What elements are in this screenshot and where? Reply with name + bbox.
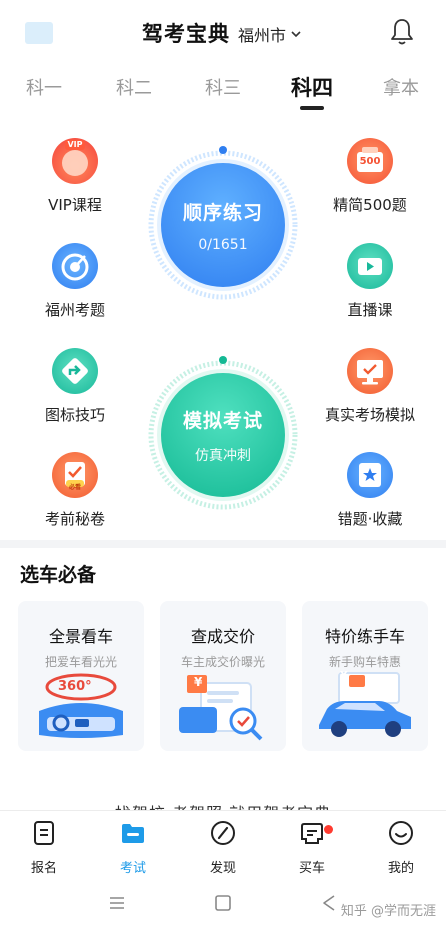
mock-core: 模拟考试 仿真冲刺 <box>161 373 285 497</box>
card-title: 特价练手车 <box>324 627 405 646</box>
feature-label: 精简500题 <box>333 196 407 214</box>
360-badge-text: 360° <box>58 679 92 694</box>
car-icon <box>301 823 323 844</box>
nav-label: 考试 <box>119 861 146 876</box>
back-icon[interactable] <box>318 892 340 914</box>
bell-icon[interactable] <box>388 16 416 46</box>
must-see-text: 必看 <box>68 484 81 491</box>
nav-buy-car[interactable]: 买车 <box>277 819 347 876</box>
nav-signup[interactable]: 报名 <box>9 819 79 876</box>
checklist-icon: 必看 <box>52 452 98 498</box>
monitor-icon <box>347 348 393 394</box>
compass-icon <box>211 821 235 845</box>
feature-local-questions[interactable]: 福州考题 <box>20 243 130 320</box>
feature-label: 直播课 <box>347 301 393 319</box>
mock-progress-dot <box>219 356 227 364</box>
nav-label: 报名 <box>30 861 57 876</box>
feature-label: 错题·收藏 <box>337 510 403 528</box>
price-document-illustration <box>179 675 263 741</box>
section-title: 选车必备 <box>20 564 97 586</box>
feature-vip-course[interactable]: VIP VIP课程 <box>20 138 130 215</box>
watermark: 知乎 @学而无涯 <box>340 904 436 919</box>
chevron-down-icon <box>291 31 301 38</box>
feature-label: 福州考题 <box>44 301 105 319</box>
feature-prep-exam[interactable]: 必看 考前秘卷 <box>20 452 130 529</box>
section-divider <box>0 540 446 548</box>
app-title: 驾考宝典 <box>142 22 230 46</box>
nav-label: 发现 <box>209 861 236 876</box>
app-logo[interactable] <box>25 22 53 44</box>
nav-label: 我的 <box>387 861 414 876</box>
feature-500-questions[interactable]: 500 精简500题 <box>315 138 425 215</box>
city-selector[interactable]: 福州市 <box>238 22 303 46</box>
card-title: 查成交价 <box>190 627 255 646</box>
yuan-badge-text: ¥ <box>340 669 348 682</box>
tab-license[interactable]: 拿本 <box>383 74 419 100</box>
feature-label: 图标技巧 <box>44 406 105 424</box>
folder-icon <box>122 824 144 843</box>
card-panorama-view[interactable]: 全景看车 把爱车看光光 360° <box>18 601 144 751</box>
tab-subject-4[interactable]: 科四 <box>291 72 333 102</box>
feature-label: 真实考场模拟 <box>324 406 415 424</box>
tab-subject-3[interactable]: 科三 <box>205 74 241 100</box>
smile-icon <box>389 821 413 845</box>
nav-exam[interactable]: 考试 <box>98 819 168 876</box>
mock-subtitle: 仿真冲刺 <box>195 447 251 464</box>
app-header: 驾考宝典 福州市 <box>0 0 446 62</box>
active-tab-indicator <box>300 106 324 110</box>
yuan-badge-text: ¥ <box>194 675 203 689</box>
menu-icon[interactable] <box>106 892 128 914</box>
feature-live-class[interactable]: 直播课 <box>315 243 425 320</box>
feature-mistakes-favorites[interactable]: 错题·收藏 <box>315 452 425 529</box>
system-navigation-bar: 知乎 @学而无涯 <box>0 876 446 929</box>
practice-progress: 0/1651 <box>198 236 248 253</box>
mock-title: 模拟考试 <box>182 409 263 432</box>
tab-subject-1[interactable]: 科一 <box>26 74 62 100</box>
vip-badge-text: VIP <box>67 140 83 149</box>
nav-profile[interactable]: 我的 <box>366 819 436 876</box>
notification-dot <box>324 825 333 834</box>
feature-real-exam-sim[interactable]: 真实考场模拟 <box>315 348 425 425</box>
practice-core: 顺序练习 0/1651 <box>161 163 285 287</box>
sequential-practice-button[interactable]: 顺序练习 0/1651 <box>148 146 298 300</box>
home-icon[interactable] <box>212 892 234 914</box>
feature-label: 考前秘卷 <box>44 510 105 528</box>
card-title: 全景看车 <box>48 627 113 646</box>
road-sign-icon <box>52 348 98 394</box>
bookmark-icon <box>347 452 393 498</box>
practice-progress-dot <box>219 146 227 154</box>
subject-tabs: 科一 科二 科三 科四 拿本 <box>0 66 446 110</box>
feature-label: VIP课程 <box>48 196 102 214</box>
card-discount-car[interactable]: 特价练手车 新手购车特惠 ¥ <box>302 601 428 751</box>
city-label: 福州市 <box>238 26 287 45</box>
vip-icon: VIP <box>52 138 98 184</box>
card-check-price[interactable]: 查成交价 车主成交价曝光 ¥ <box>160 601 286 751</box>
tab-subject-2[interactable]: 科二 <box>116 74 152 100</box>
video-icon <box>347 243 393 289</box>
signup-icon <box>34 821 54 845</box>
mock-exam-button[interactable]: 模拟考试 仿真冲刺 <box>148 356 298 510</box>
500-badge-text: 500 <box>359 156 381 167</box>
car-illustration <box>319 672 411 737</box>
bottom-navigation: 报名 考试 发现 买车 我的 <box>0 810 446 876</box>
500-badge-icon: 500 <box>347 138 393 184</box>
feature-sign-tips[interactable]: 图标技巧 <box>20 348 130 425</box>
target-icon <box>52 243 98 289</box>
nav-discover[interactable]: 发现 <box>188 819 258 876</box>
nav-label: 买车 <box>298 861 325 876</box>
practice-title: 顺序练习 <box>182 201 263 224</box>
